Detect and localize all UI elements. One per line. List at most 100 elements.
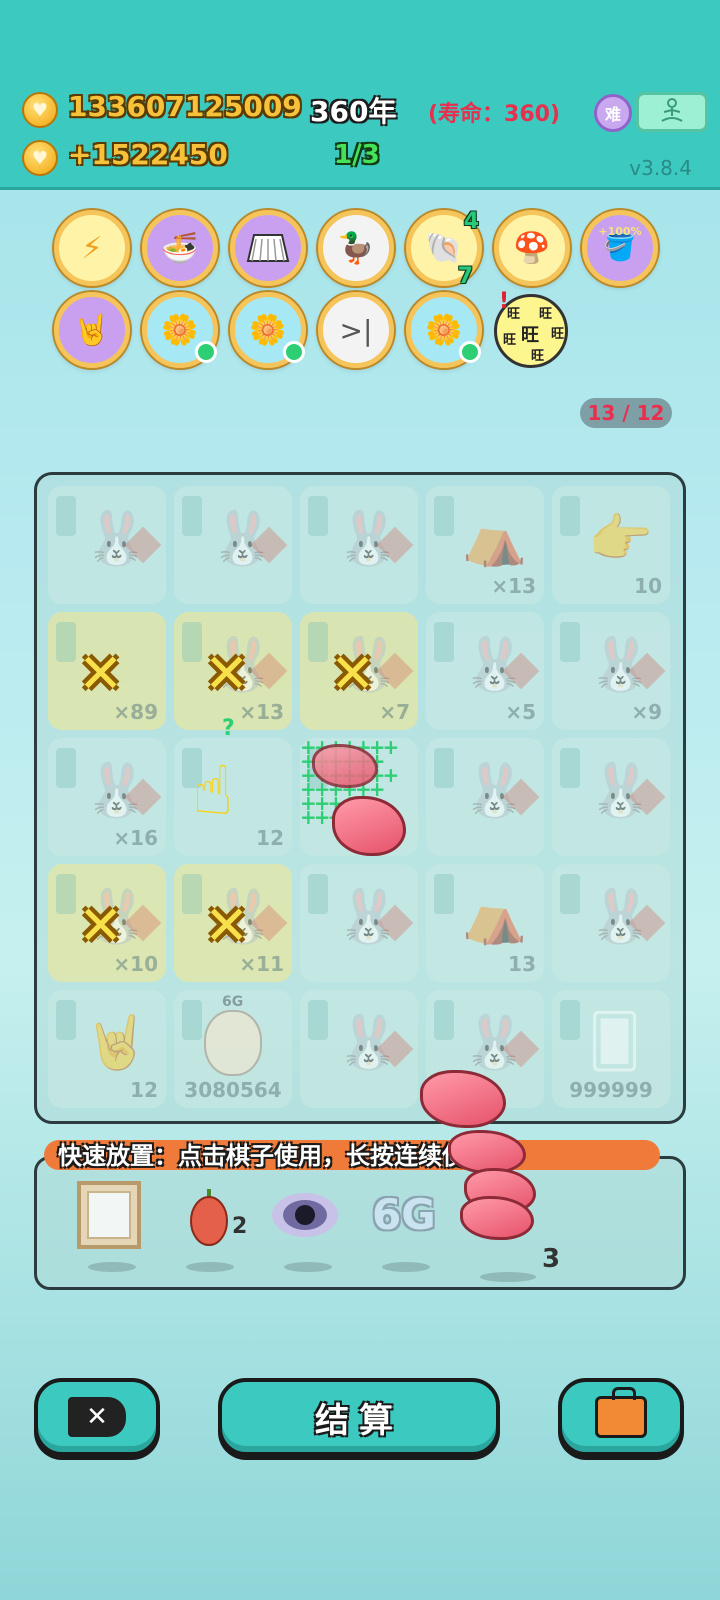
- wang-char: 旺: [507, 307, 521, 322]
- board-cell-bunny[interactable]: 🐰: [48, 486, 166, 604]
- pot-duck-buff[interactable]: 🦆: [318, 210, 394, 286]
- cell-tag: [308, 874, 328, 914]
- meditate-button[interactable]: [636, 92, 708, 132]
- hand-icon: 👉: [588, 509, 653, 569]
- board-cell-house[interactable]: ⛺ 13: [426, 864, 544, 982]
- board-cell-bunny[interactable]: 🐰: [426, 738, 544, 856]
- flower-pot-buff-2[interactable]: 🌼: [230, 292, 306, 368]
- cell-tag: [560, 1000, 580, 1040]
- cell-count: 999999: [569, 1078, 653, 1102]
- board-cell-bunny[interactable]: 🐰: [300, 864, 418, 982]
- house-icon: ⛺: [462, 887, 527, 947]
- flower-pot-icon: 🌼: [249, 312, 287, 348]
- shell-buff[interactable]: 🐚 4 7: [406, 209, 482, 289]
- board-cell-rock-hand[interactable]: 🤘 12: [48, 990, 166, 1108]
- gold-total: 133607125009: [68, 90, 302, 123]
- cell-tag: [56, 1000, 76, 1040]
- cell-tag: [308, 496, 328, 536]
- rock-hand-buff[interactable]: 🤘: [54, 292, 130, 368]
- flower-pot-buff-1[interactable]: 🌼: [142, 292, 218, 368]
- cell-tag: [560, 622, 580, 662]
- cell-count: ×9: [631, 700, 662, 724]
- mirror-frame-icon: [77, 1181, 141, 1249]
- bowls-buff[interactable]: 🍜: [142, 210, 218, 286]
- coin-icon: ♥: [22, 92, 58, 128]
- x-mark-icon: ✕: [330, 642, 376, 705]
- pointing-hand-icon[interactable]: ☝: [192, 752, 233, 831]
- rock-hand-icon: 🤘: [84, 1013, 149, 1073]
- year-counter: 360年: [310, 95, 397, 128]
- board-cell-house[interactable]: ⛺ ×13: [426, 486, 544, 604]
- mirror-frame-item[interactable]: [74, 1180, 144, 1250]
- x-mark-icon: ✕: [78, 642, 124, 705]
- wang-char: 旺: [503, 333, 517, 348]
- cell-count: ×89: [113, 700, 158, 724]
- cell-count: ×11: [239, 952, 284, 976]
- black-hole-icon: [272, 1193, 338, 1237]
- black-hole-item[interactable]: [270, 1180, 340, 1250]
- lightning-buff[interactable]: ⚡: [54, 210, 130, 286]
- version-label: v3.8.4: [629, 156, 692, 180]
- x-mark-icon: ✕: [78, 894, 124, 957]
- wang-char: 旺: [531, 349, 545, 364]
- shell-icon: 🐚: [425, 230, 463, 266]
- item-shadow: [186, 1262, 234, 1272]
- active-dot: [283, 341, 305, 363]
- mushroom-cloud-icon: 🍄: [513, 230, 551, 266]
- board-cell-x[interactable]: ✕ ×89: [48, 612, 166, 730]
- board-cell-cards[interactable]: 🂠 999999: [552, 990, 670, 1108]
- lightning-icon: ⚡: [81, 230, 103, 266]
- cell-count: 3080564: [184, 1078, 282, 1102]
- board-cell-hand[interactable]: 👉 10: [552, 486, 670, 604]
- gold-bucket-buff[interactable]: 🪣 +100%: [582, 210, 658, 286]
- cell-count: ×13: [491, 574, 536, 598]
- active-dot: [459, 341, 481, 363]
- skip-icon: >|: [339, 313, 373, 347]
- wang-char: 旺: [551, 327, 565, 342]
- quick-place-tip: 快速放置：点击棋子使用，长按连续使用: [58, 1142, 490, 1170]
- board-cell-bunny[interactable]: 🐰: [300, 486, 418, 604]
- item-shadow: [480, 1272, 536, 1282]
- board-cell-face[interactable]: 6G 3080564: [174, 990, 292, 1108]
- cell-tag: [182, 1000, 202, 1040]
- board-cell-bunny-x[interactable]: 🐰 ✕ ×11: [174, 864, 292, 982]
- item-shadow: [284, 1262, 332, 1272]
- cards-icon: 🂠: [588, 1012, 642, 1072]
- item-shadow: [88, 1262, 136, 1272]
- rock-hand-icon: 🤘: [73, 312, 111, 348]
- coin-income-icon: ♥: [22, 140, 58, 176]
- board-cell-bunny[interactable]: 🐰 ×9: [552, 612, 670, 730]
- gold-income: +1522450: [68, 138, 228, 171]
- skip-buff[interactable]: >|: [318, 292, 394, 368]
- wang-char: 旺: [539, 307, 553, 322]
- cell-tag: [434, 748, 454, 788]
- board-cell-bunny[interactable]: 🐰: [552, 738, 670, 856]
- board-cell-bunny[interactable]: 🐰: [174, 486, 292, 604]
- mushroom-cloud-buff[interactable]: 🍄: [494, 210, 570, 286]
- board-cell-bunny-x[interactable]: 🐰 ✕ ×7: [300, 612, 418, 730]
- board-cell-bunny[interactable]: 🐰 ×5: [426, 612, 544, 730]
- board-cell-bunny-x[interactable]: 🐰 ✕ ×10: [48, 864, 166, 982]
- question-mark: ?: [222, 716, 235, 741]
- flower-pot-buff-3[interactable]: 🌼: [406, 292, 482, 368]
- cell-count: ×7: [379, 700, 410, 724]
- cell-count: ×10: [113, 952, 158, 976]
- settle-button[interactable]: 结算: [218, 1378, 500, 1456]
- inventory-button[interactable]: [558, 1378, 684, 1456]
- board-cell-bunny-x[interactable]: 🐰 ✕ ×13: [174, 612, 292, 730]
- board-cell-bunny[interactable]: 🐰 ×16: [48, 738, 166, 856]
- wang-badge-icon[interactable]: ! 旺 旺 旺 旺 旺 旺: [494, 289, 568, 368]
- cell-tag: [182, 622, 202, 662]
- cell-tag: [308, 622, 328, 662]
- meditate-icon: [661, 98, 683, 122]
- exit-button[interactable]: ✕: [34, 1378, 160, 1456]
- board-cell-bunny[interactable]: 🐰: [552, 864, 670, 982]
- 6g-item[interactable]: 6G: [372, 1190, 436, 1239]
- pot-duck-icon: 🦆: [337, 230, 375, 266]
- board-cell-bunny[interactable]: 🐰: [300, 990, 418, 1108]
- shell-top-count: 4: [463, 209, 479, 234]
- bowls-icon: 🍜: [161, 230, 199, 266]
- cell-tag: [560, 748, 580, 788]
- difficulty-badge[interactable]: 难: [594, 94, 632, 132]
- skirt-buff[interactable]: [230, 210, 306, 286]
